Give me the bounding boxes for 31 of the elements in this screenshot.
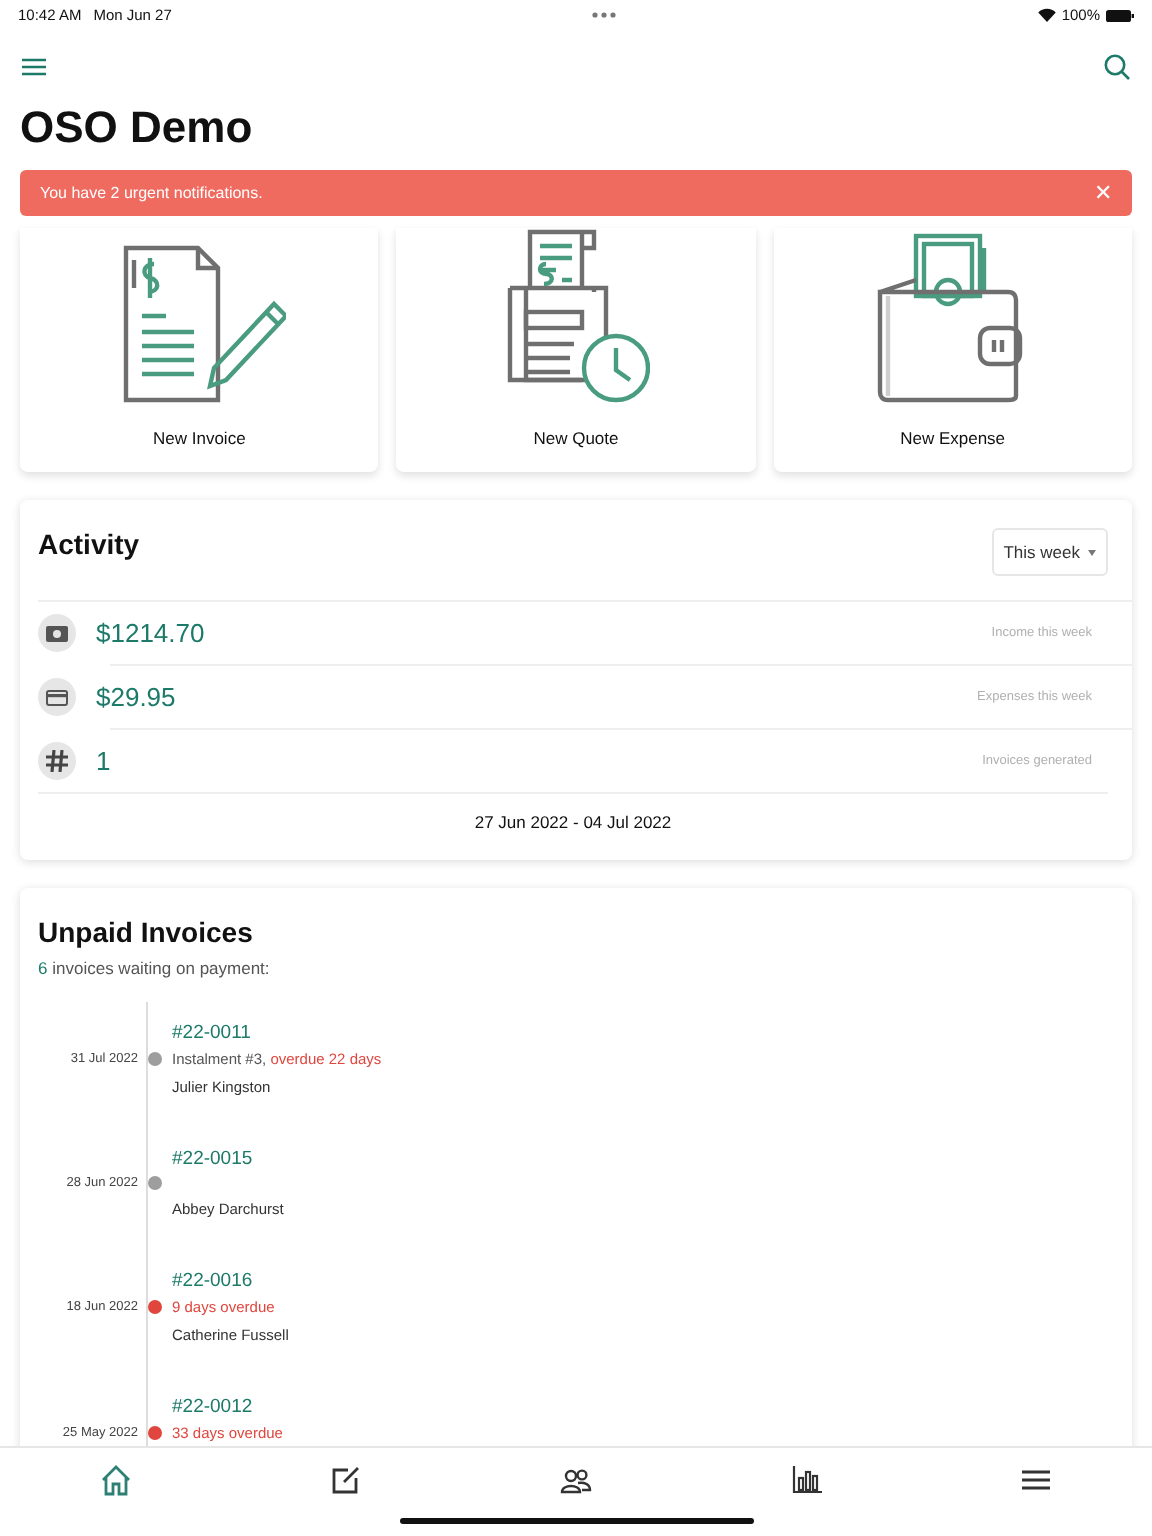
invoice-number[interactable]: #22-0015 bbox=[172, 1148, 1132, 1170]
battery-icon bbox=[1106, 9, 1134, 21]
page-title: OSO Demo bbox=[18, 100, 255, 156]
wifi-icon bbox=[1037, 8, 1056, 22]
activity-value: $29.95 bbox=[96, 682, 178, 712]
hash-icon bbox=[46, 750, 68, 772]
home-icon bbox=[99, 1464, 132, 1496]
activity-title: Activity bbox=[38, 528, 140, 560]
activity-value: 1 bbox=[96, 746, 113, 776]
menu-icon bbox=[1022, 1470, 1051, 1490]
action-card[interactable]: New Expense bbox=[773, 228, 1132, 472]
unpaid-title: Unpaid Invoices bbox=[38, 916, 255, 948]
invoice-summary: 6 invoices waiting on payment: bbox=[38, 958, 272, 978]
menu-icon[interactable] bbox=[22, 57, 46, 75]
invoice-number[interactable]: #22-0012 bbox=[172, 1396, 1132, 1418]
activity-value: $1214.70 bbox=[96, 618, 207, 648]
alert-message: You have 2 urgent notifications. bbox=[40, 184, 263, 202]
invoice-number[interactable]: #22-0011 bbox=[172, 1022, 1132, 1044]
edit-icon bbox=[331, 1466, 360, 1494]
action-card[interactable]: New Invoice bbox=[20, 228, 379, 472]
people-icon bbox=[559, 1467, 592, 1493]
action-card[interactable]: New Quote bbox=[396, 228, 756, 472]
bar-chart-icon bbox=[791, 1466, 822, 1494]
invoice-number[interactable]: #22-0016 bbox=[172, 1270, 1132, 1292]
period-dropdown[interactable]: This week bbox=[991, 528, 1108, 576]
multitask-dots-icon bbox=[592, 12, 617, 18]
search-icon[interactable] bbox=[1104, 53, 1130, 79]
date-range: 27 Jun 2022 - 04 Jul 2022 bbox=[38, 792, 1108, 860]
card-icon bbox=[46, 689, 68, 705]
close-button[interactable]: ✕ bbox=[1094, 180, 1112, 206]
cash-icon bbox=[46, 625, 68, 641]
